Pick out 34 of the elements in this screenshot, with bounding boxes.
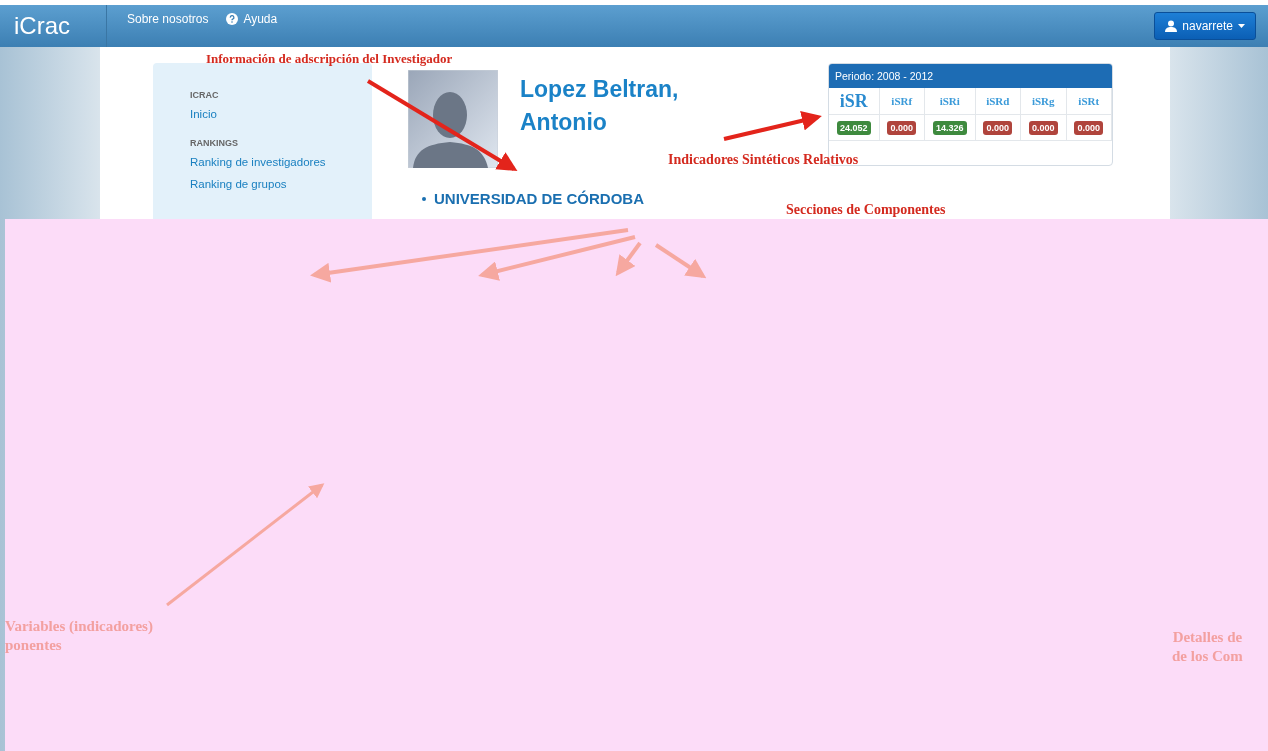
nav-link[interactable]: Sobre nosotros	[127, 12, 209, 26]
user-icon	[1165, 20, 1178, 32]
indicator-value-badge: 0.000	[887, 120, 916, 135]
indicator-value-badge: 0.000	[1074, 120, 1103, 135]
bullet-icon	[422, 196, 426, 201]
section-heading: RANKINGS	[190, 138, 239, 148]
indicator-label: iSRt	[1066, 88, 1112, 115]
researcher-name: Lopez Beltran,	[520, 76, 679, 103]
sidebar-link[interactable]: Ranking de investigadores	[190, 156, 372, 168]
sidebar-link[interactable]: Inicio	[190, 108, 372, 120]
indicator-label: iSRi	[925, 88, 976, 115]
annotation-arrow	[654, 243, 707, 279]
annotation-text: Información de adscripción del Investigador	[206, 51, 453, 68]
help-icon	[226, 13, 239, 25]
period-header: Periodo: 2008 - 2012	[829, 64, 1112, 88]
user-menu-button[interactable]: navarrete	[1154, 12, 1256, 40]
section-heading: ICRAC	[190, 90, 220, 100]
annotation-text: Variables (indicadores) ponentes	[5, 617, 153, 655]
indicator-value-badge: 0.000	[983, 120, 1012, 135]
indicator-label: iSR	[829, 88, 880, 115]
annotation-text: Detalles de de los Com	[1172, 628, 1243, 666]
annotation-text: Indicadores Sintéticos Relativos	[668, 151, 859, 169]
indicator-value-badge: 24.052	[837, 120, 871, 135]
researcher-name: Antonio	[520, 109, 608, 136]
nav-link[interactable]: Ayuda	[226, 12, 278, 26]
indicator-label: iSRg	[1021, 88, 1067, 115]
indicator-label: iSRf	[879, 88, 925, 115]
annotation-text: Secciones de Componentes	[786, 201, 946, 219]
indicator-value-badge: 14.326	[933, 120, 967, 135]
indicator-value-badge: 0.000	[1029, 120, 1058, 135]
affiliation-text: UNIVERSIDAD DE CÓRDOBA	[434, 190, 644, 207]
sidebar-link[interactable]: Ranking de grupos	[190, 178, 372, 190]
indicator-label: iSRd	[975, 88, 1021, 115]
caret-icon	[1238, 24, 1245, 28]
